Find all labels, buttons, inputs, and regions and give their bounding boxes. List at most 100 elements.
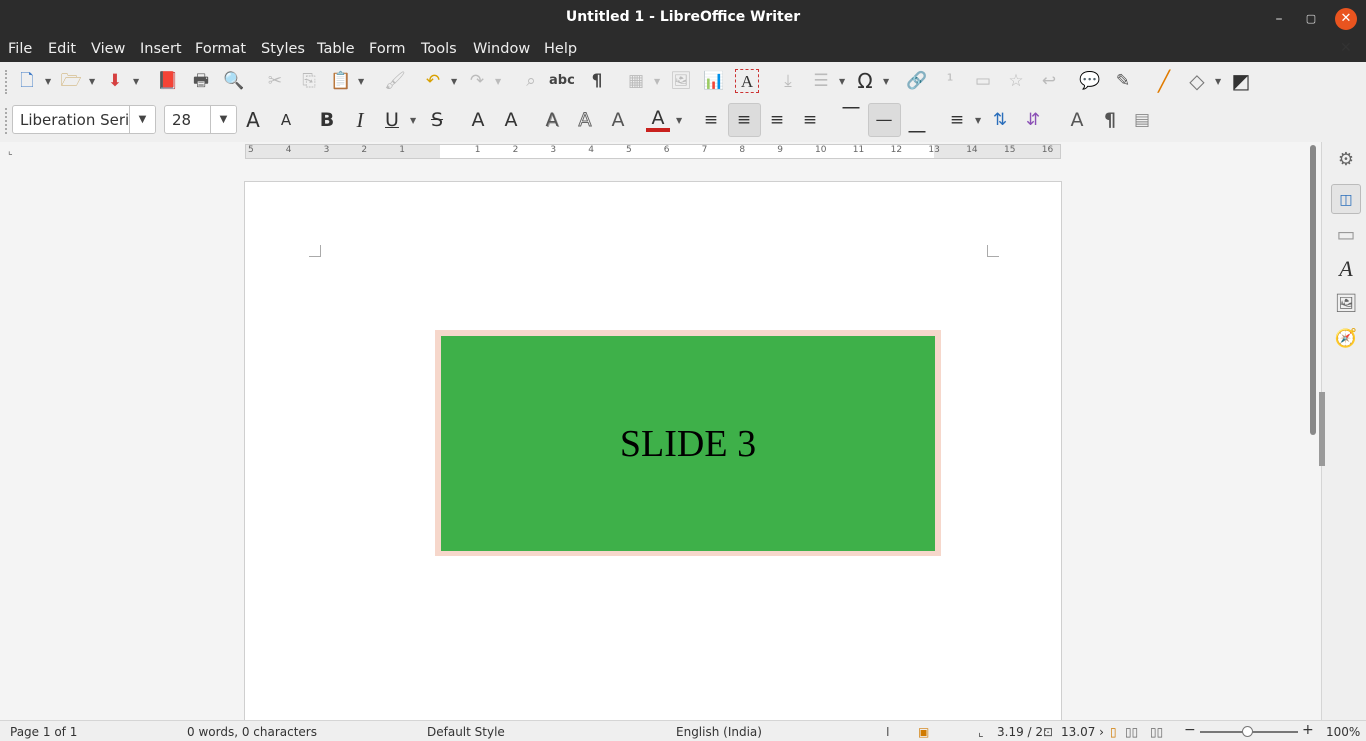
- font-name-value[interactable]: Liberation Serif: [20, 111, 135, 129]
- sidebar-collapse-handle[interactable]: [1319, 392, 1325, 466]
- character-dialog-icon[interactable]: A: [1065, 108, 1089, 132]
- formatting-marks-icon[interactable]: ¶: [585, 69, 609, 93]
- shadow-icon[interactable]: A: [540, 108, 564, 132]
- track-changes-icon[interactable]: ✎: [1111, 69, 1135, 93]
- new-document-icon[interactable]: 🗋: [15, 69, 39, 93]
- decrease-spacing-icon[interactable]: ⇵: [1021, 108, 1045, 132]
- save-icon[interactable]: ⬇: [103, 69, 127, 93]
- table-dropdown-icon[interactable]: ▼: [654, 78, 662, 86]
- underline-icon[interactable]: U: [380, 108, 404, 132]
- align-top-icon[interactable]: ⎺: [839, 104, 863, 128]
- spelling-icon[interactable]: abc: [549, 69, 575, 93]
- font-color-icon[interactable]: A: [646, 106, 670, 132]
- toolbar-grip[interactable]: [5, 108, 7, 134]
- print-icon[interactable]: 🖶: [189, 69, 213, 93]
- align-center-icon[interactable]: ≡: [732, 108, 756, 132]
- line-spacing-dropdown-icon[interactable]: ▼: [975, 117, 983, 125]
- insert-line-icon[interactable]: ╱: [1152, 69, 1176, 93]
- menu-format[interactable]: Format: [195, 41, 246, 57]
- draw-functions-icon[interactable]: ◩: [1229, 69, 1253, 93]
- maximize-button[interactable]: ▢: [1300, 8, 1322, 30]
- text-language[interactable]: English (India): [676, 725, 762, 739]
- save-dropdown-icon[interactable]: ▼: [133, 78, 141, 86]
- minimize-button[interactable]: –: [1268, 8, 1290, 30]
- menu-edit[interactable]: Edit: [48, 41, 76, 57]
- grow-font-icon[interactable]: A: [241, 108, 265, 132]
- horizontal-ruler[interactable]: 5 4 3 2 1 1 2 3 4 5 6 7 8 9 10 11 12 13 14 15 16: [245, 144, 1061, 159]
- signature-icon[interactable]: ▣: [918, 725, 929, 739]
- cross-reference-icon[interactable]: ↩: [1037, 69, 1061, 93]
- special-character-icon[interactable]: Ω: [853, 69, 877, 93]
- menu-styles[interactable]: Styles: [261, 41, 305, 57]
- redo-dropdown-icon[interactable]: ▼: [495, 78, 503, 86]
- bold-icon[interactable]: B: [315, 108, 339, 132]
- field-dropdown-icon[interactable]: ▼: [839, 78, 847, 86]
- open-dropdown-icon[interactable]: ▼: [89, 78, 97, 86]
- hyperlink-icon[interactable]: 🔗: [905, 69, 929, 93]
- menu-tools[interactable]: Tools: [421, 41, 457, 57]
- new-dropdown-icon[interactable]: ▼: [45, 78, 53, 86]
- zoom-level[interactable]: 100%: [1326, 725, 1360, 739]
- single-page-view-icon[interactable]: ▯: [1110, 725, 1117, 739]
- open-folder-icon[interactable]: 🗁: [59, 69, 83, 93]
- word-count[interactable]: 0 words, 0 characters: [187, 725, 317, 739]
- clear-formatting-icon[interactable]: A: [606, 108, 630, 132]
- zoom-out-button[interactable]: −: [1184, 722, 1196, 738]
- menu-form[interactable]: Form: [369, 41, 406, 57]
- export-pdf-icon[interactable]: 📕: [156, 69, 180, 93]
- cut-icon[interactable]: ✂: [263, 69, 287, 93]
- sidebar-properties-icon[interactable]: ⚙: [1331, 145, 1361, 175]
- menu-view[interactable]: View: [91, 41, 125, 57]
- menu-insert[interactable]: Insert: [140, 41, 182, 57]
- special-char-dropdown-icon[interactable]: ▼: [883, 78, 891, 86]
- italic-icon[interactable]: I: [348, 108, 372, 132]
- paste-dropdown-icon[interactable]: ▼: [358, 78, 366, 86]
- multi-page-view-icon[interactable]: ▯▯: [1125, 725, 1138, 739]
- font-size-dropdown-icon[interactable]: ▼: [210, 106, 236, 133]
- page-style[interactable]: Default Style: [427, 725, 505, 739]
- justify-icon[interactable]: ≡: [798, 108, 822, 132]
- align-left-icon[interactable]: ≡: [699, 108, 723, 132]
- menu-table[interactable]: Table: [317, 41, 355, 57]
- undo-icon[interactable]: ↶: [421, 69, 445, 93]
- sidebar-styles-icon[interactable]: A: [1331, 254, 1361, 284]
- subscript-icon[interactable]: A: [499, 108, 523, 132]
- strikethrough-icon[interactable]: S: [425, 108, 449, 132]
- print-preview-icon[interactable]: 🔍: [222, 69, 246, 93]
- insert-image-icon[interactable]: 🖼: [669, 69, 693, 93]
- outline-icon[interactable]: A: [573, 108, 597, 132]
- font-size-value[interactable]: 28: [172, 111, 191, 129]
- menu-help[interactable]: Help: [544, 41, 577, 57]
- superscript-icon[interactable]: A: [466, 108, 490, 132]
- shapes-dropdown-icon[interactable]: ▼: [1215, 78, 1223, 86]
- font-color-dropdown-icon[interactable]: ▼: [676, 117, 684, 125]
- insert-mode-icon[interactable]: I: [886, 725, 890, 739]
- line-spacing-icon[interactable]: ≡: [945, 108, 969, 132]
- scrollbar-thumb[interactable]: [1310, 145, 1316, 435]
- toolbar-grip[interactable]: [5, 70, 7, 94]
- underline-dropdown-icon[interactable]: ▼: [410, 117, 418, 125]
- paragraph-dialog-icon[interactable]: ¶: [1098, 108, 1122, 132]
- insert-table-icon[interactable]: ▦: [624, 69, 648, 93]
- book-view-icon[interactable]: ▯▯: [1150, 725, 1163, 739]
- zoom-in-button[interactable]: +: [1302, 722, 1314, 738]
- close-document-button[interactable]: ✕: [1340, 40, 1352, 56]
- comment-icon[interactable]: 💬: [1078, 69, 1102, 93]
- slide-text[interactable]: SLIDE 3: [441, 422, 935, 466]
- paste-icon[interactable]: 📋: [329, 69, 353, 93]
- close-window-button[interactable]: ✕: [1335, 8, 1357, 30]
- sidebar-gallery-icon[interactable]: 🖼: [1331, 289, 1361, 319]
- bookmark-icon[interactable]: ☆: [1004, 69, 1028, 93]
- insert-field-icon[interactable]: ☰: [809, 69, 833, 93]
- align-right-icon[interactable]: ≡: [765, 108, 789, 132]
- shrink-font-icon[interactable]: A: [274, 108, 298, 132]
- footnote-icon[interactable]: ¹: [938, 69, 962, 93]
- copy-icon[interactable]: ⎘: [297, 69, 321, 93]
- tab-stop-selector[interactable]: ⌞: [8, 146, 13, 157]
- font-size-combobox[interactable]: 28 ▼: [164, 105, 237, 134]
- find-replace-icon[interactable]: ⌕: [519, 69, 543, 93]
- sidebar-navigator-icon[interactable]: 🧭: [1331, 324, 1361, 354]
- align-bottom-icon[interactable]: ⎽: [905, 112, 929, 136]
- increase-spacing-icon[interactable]: ⇅: [988, 108, 1012, 132]
- page-count[interactable]: Page 1 of 1: [10, 725, 77, 739]
